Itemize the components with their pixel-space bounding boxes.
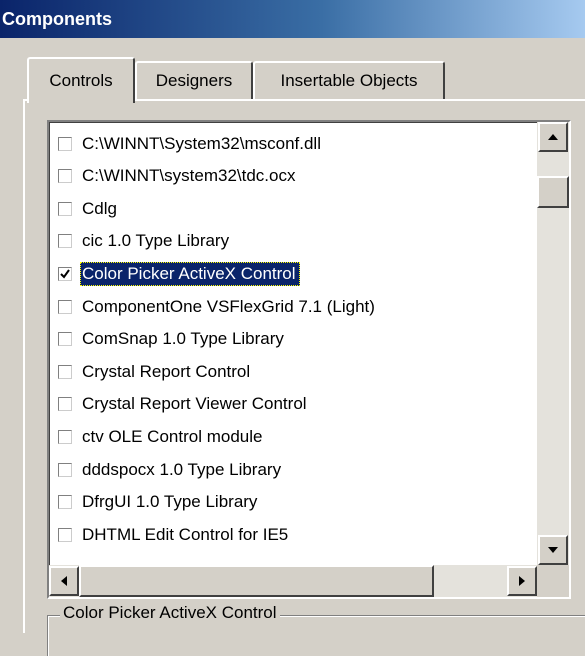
list-item-label: DfrgUI 1.0 Type Library: [82, 492, 258, 512]
list-item[interactable]: ComponentOne VSFlexGrid 7.1 (Light): [56, 291, 526, 322]
checkbox[interactable]: [58, 266, 72, 281]
checkbox[interactable]: [58, 364, 72, 379]
scroll-right-button[interactable]: [507, 566, 537, 596]
list-item[interactable]: ComSnap 1.0 Type Library: [56, 324, 526, 355]
checkbox[interactable]: [58, 462, 72, 477]
vertical-scroll-thumb[interactable]: [537, 176, 569, 208]
tab-designers[interactable]: Designers: [135, 61, 253, 99]
list-item[interactable]: Color Picker ActiveX Control: [56, 258, 526, 289]
list-item-label: C:\WINNT\System32\msconf.dll: [82, 133, 321, 153]
checkbox[interactable]: [58, 332, 72, 347]
list-item-label: Color Picker ActiveX Control: [80, 261, 300, 286]
arrow-down-icon: [548, 547, 558, 553]
tab-insertable-objects[interactable]: Insertable Objects: [253, 61, 445, 99]
components-list[interactable]: C:\WINNT\System32\msconf.dll C:\WINNT\sys…: [47, 120, 571, 599]
scroll-up-button[interactable]: [538, 122, 568, 152]
list-item-label: C:\WINNT\system32\tdc.ocx: [82, 166, 296, 186]
checkbox[interactable]: [58, 234, 72, 249]
scroll-corner: [537, 565, 569, 597]
scroll-down-button[interactable]: [538, 535, 568, 565]
list-item-label: cic 1.0 Type Library: [82, 231, 230, 251]
checkbox[interactable]: [58, 201, 72, 216]
list-item-label: dddspocx 1.0 Type Library: [82, 459, 282, 479]
arrow-up-icon: [548, 134, 558, 140]
arrow-right-icon: [519, 576, 525, 586]
list-item-label: DHTML Edit Control for IE5: [82, 524, 289, 544]
list-item-label: Crystal Report Control: [82, 361, 251, 381]
checkbox[interactable]: [58, 527, 72, 542]
checkmark-icon: [60, 269, 70, 279]
checkbox[interactable]: [58, 136, 72, 151]
details-group-label: Color Picker ActiveX Control: [60, 603, 280, 623]
window-title-bar: Components: [0, 0, 585, 38]
arrow-left-icon: [61, 576, 67, 586]
window-title: Components: [2, 9, 112, 29]
checkbox[interactable]: [58, 495, 72, 510]
list-item-label: ComponentOne VSFlexGrid 7.1 (Light): [82, 296, 375, 316]
tab-label: Designers: [155, 71, 233, 90]
list-item[interactable]: DfrgUI 1.0 Type Library: [56, 487, 526, 518]
checkbox[interactable]: [58, 429, 72, 444]
scroll-left-button[interactable]: [49, 566, 79, 596]
list-item[interactable]: DHTML Edit Control for IE5: [56, 519, 526, 550]
list-item-label: ctv OLE Control module: [82, 426, 263, 446]
list-item[interactable]: ctv OLE Control module: [56, 421, 526, 452]
list-item-label: Crystal Report Viewer Control: [82, 394, 307, 414]
list-item-label: ComSnap 1.0 Type Library: [82, 329, 284, 349]
list-item[interactable]: cic 1.0 Type Library: [56, 226, 526, 257]
checkbox[interactable]: [58, 299, 72, 314]
tab-label: Controls: [49, 71, 113, 90]
list-item[interactable]: C:\WINNT\System32\msconf.dll: [56, 128, 526, 159]
checkbox[interactable]: [58, 397, 72, 412]
list-item[interactable]: C:\WINNT\system32\tdc.ocx: [56, 161, 526, 192]
list-item[interactable]: Crystal Report Viewer Control: [56, 389, 526, 420]
tab-label: Insertable Objects: [280, 71, 418, 90]
checkbox[interactable]: [58, 169, 72, 184]
list-item[interactable]: Crystal Report Control: [56, 356, 526, 387]
list-item-label: Cdlg: [82, 198, 117, 218]
horizontal-scroll-thumb[interactable]: [79, 565, 434, 597]
list-item[interactable]: dddspocx 1.0 Type Library: [56, 454, 526, 485]
list-item[interactable]: Cdlg: [56, 193, 526, 224]
tab-controls[interactable]: Controls: [27, 57, 135, 103]
